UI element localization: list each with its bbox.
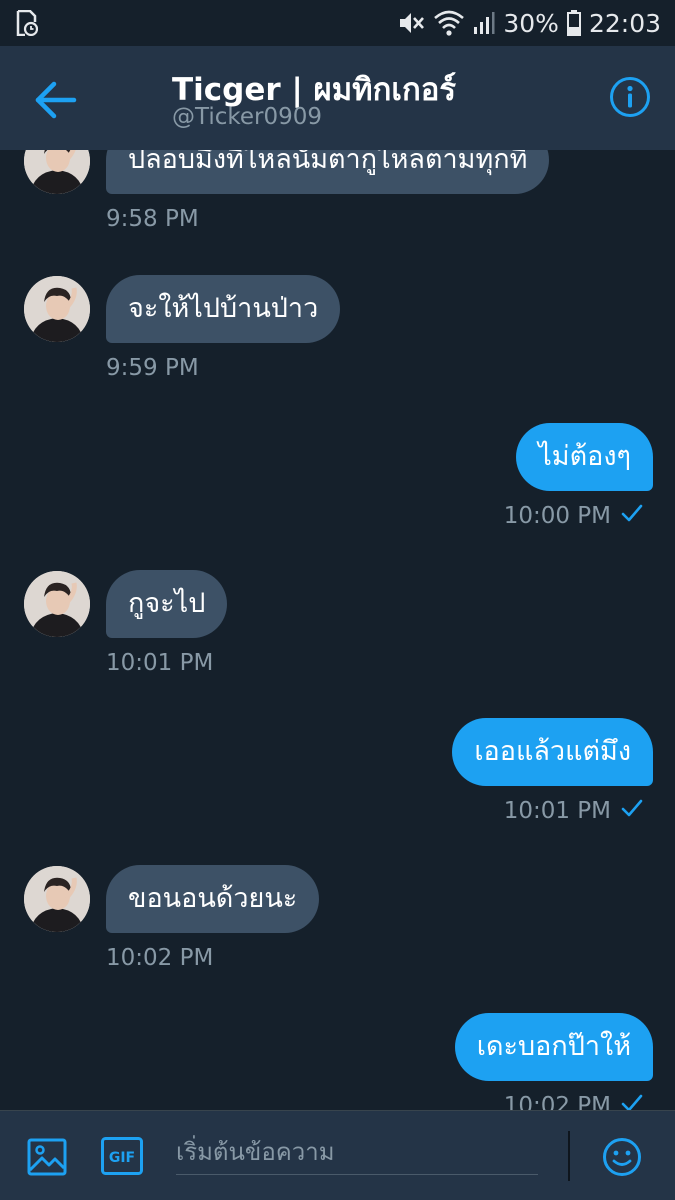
message-timestamp: 10:01 PM (503, 798, 611, 824)
incoming-message-bubble[interactable]: ปลอบมึงทีไหลนั้มตากูไหลตามทุกที (106, 150, 550, 194)
status-bar: 30% 22:03 (0, 0, 675, 46)
emoji-icon (602, 1138, 642, 1181)
message-input[interactable] (176, 1129, 538, 1175)
sent-check-icon (621, 1093, 643, 1110)
sent-check-icon (621, 798, 643, 824)
add-photo-button[interactable] (27, 1137, 67, 1177)
gif-button[interactable]: GIF (101, 1137, 143, 1175)
outgoing-message-bubble[interactable]: เดะบอกป๊าให้ (454, 1013, 653, 1081)
composer-divider (568, 1131, 570, 1181)
status-bar-right: 30% 22:03 (397, 6, 661, 40)
message-status: 10:02 PM (504, 1093, 643, 1110)
gif-icon: GIF (101, 1137, 143, 1179)
message-timestamp: 10:01 PM (106, 650, 214, 676)
battery-icon (566, 10, 581, 36)
screenshot-icon (16, 10, 38, 36)
signal-icon (473, 11, 495, 35)
avatar[interactable] (24, 866, 90, 932)
back-button[interactable] (30, 78, 82, 122)
back-arrow-icon (30, 81, 82, 126)
message-timestamp: 10:00 PM (503, 503, 611, 529)
message-timestamp: 9:58 PM (106, 206, 199, 232)
clock: 22:03 (588, 8, 661, 38)
mute-icon (397, 10, 425, 36)
message-status: 10:01 PM (504, 798, 643, 824)
image-icon (27, 1138, 67, 1181)
message-timestamp: 10:02 PM (106, 945, 214, 971)
battery-percent: 30% (503, 8, 559, 38)
gif-label: GIF (109, 1150, 135, 1166)
avatar[interactable] (24, 150, 90, 194)
message-timestamp: 10:02 PM (503, 1093, 611, 1110)
info-icon (609, 77, 651, 122)
message-status: 10:00 PM (504, 503, 643, 529)
sent-check-icon (621, 503, 643, 529)
incoming-message-bubble[interactable]: จะให้ไปบ้านป่าว (106, 275, 341, 343)
conversation-handle: @Ticker0909 (172, 104, 323, 130)
emoji-button[interactable] (602, 1137, 642, 1177)
message-composer: GIF (0, 1110, 675, 1200)
incoming-message-bubble[interactable]: ขอนอนด้วยนะ (106, 865, 320, 933)
outgoing-message-bubble[interactable]: ไม่ต้องๆ (516, 423, 653, 491)
outgoing-message-bubble[interactable]: เออแล้วแต่มึง (452, 718, 653, 786)
info-button[interactable] (609, 76, 651, 118)
message-list: ปลอบมึงทีไหลนั้มตากูไหลตามทุกที 9:58 PM … (0, 150, 675, 1110)
avatar[interactable] (24, 276, 90, 342)
avatar[interactable] (24, 571, 90, 637)
incoming-message-bubble[interactable]: กูจะไป (106, 570, 228, 638)
message-timestamp: 9:59 PM (106, 355, 199, 381)
conversation-header: Ticger | ผมทิกเกอร์ @Ticker0909 (0, 46, 675, 150)
wifi-icon (433, 9, 465, 37)
